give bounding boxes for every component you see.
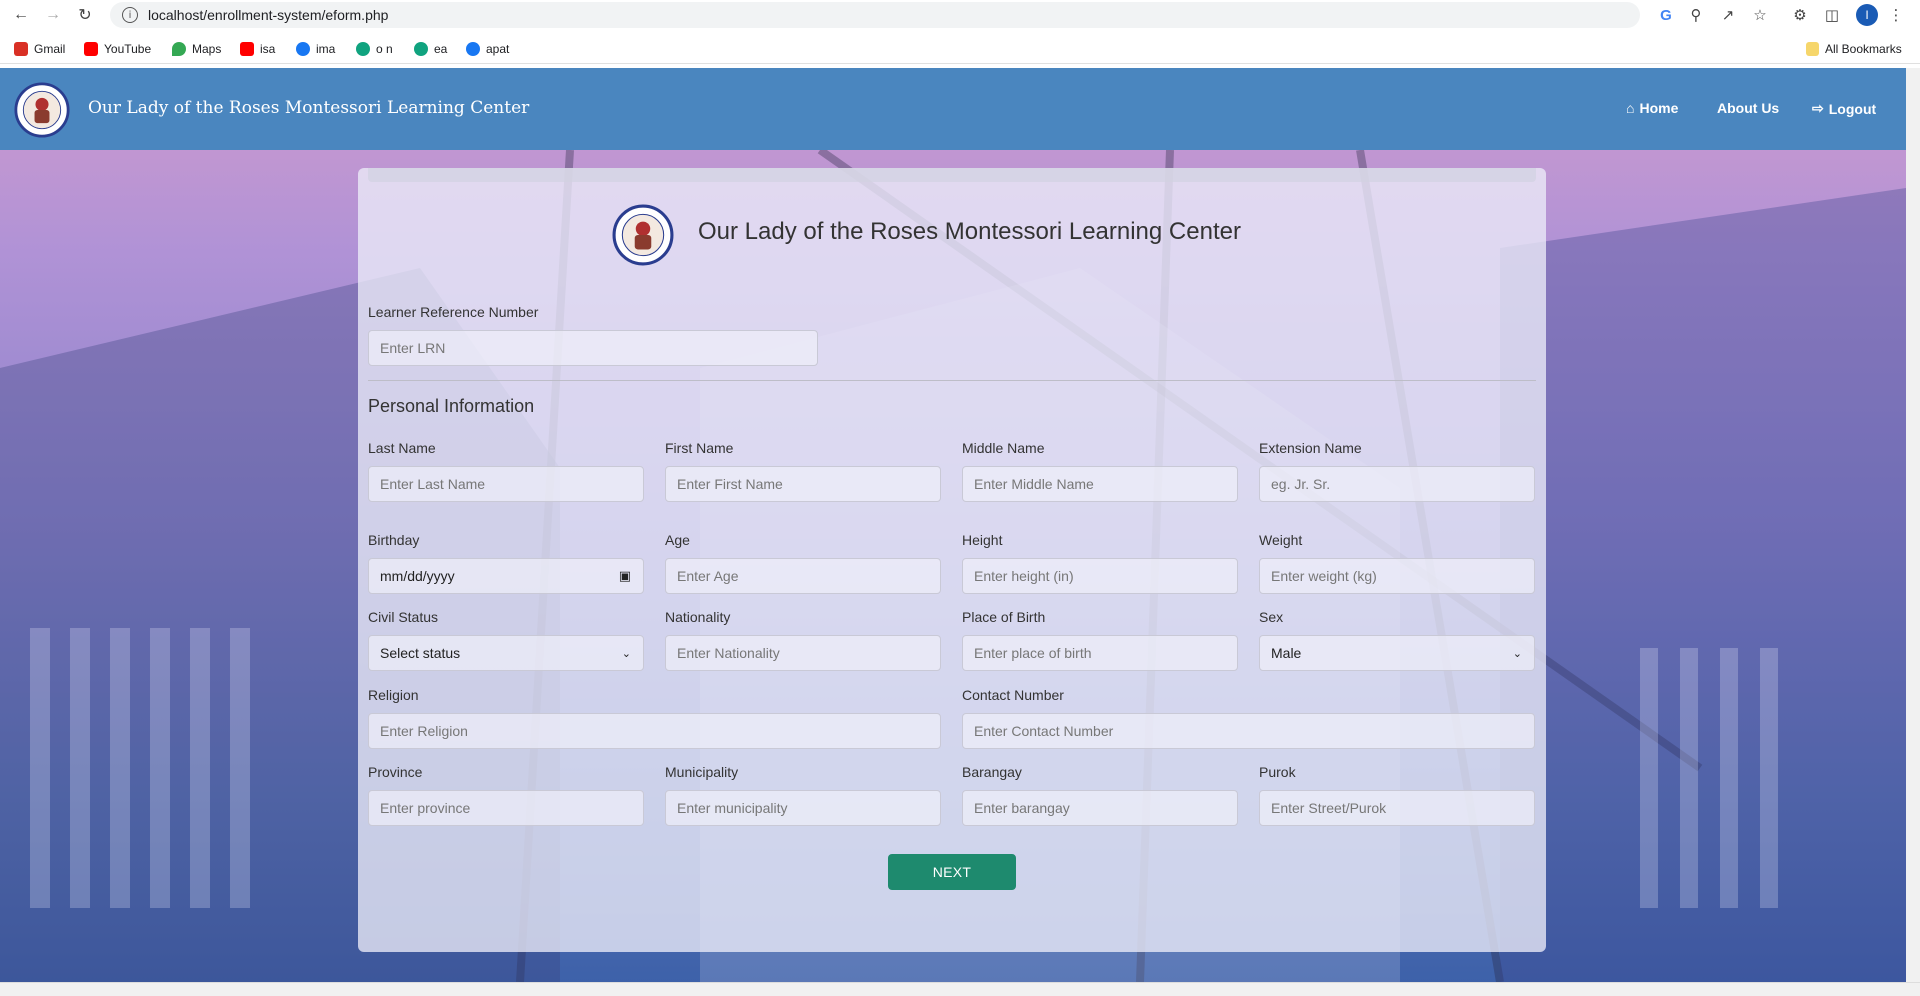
religion-label: Religion <box>368 687 419 703</box>
first-name-input[interactable] <box>665 466 941 502</box>
contact-number-input[interactable] <box>962 713 1535 749</box>
barangay-label: Barangay <box>962 764 1022 780</box>
bookmark-gmail[interactable]: Gmail <box>14 42 65 56</box>
youtube-icon <box>240 42 254 56</box>
google-lens-icon[interactable]: G <box>1656 5 1676 25</box>
province-label: Province <box>368 764 423 780</box>
sex-select[interactable]: Male ⌄ <box>1259 635 1535 671</box>
bookmarks-bar: Gmail YouTube Maps isa ima o n ea apat A… <box>0 36 1920 64</box>
chatgpt-icon <box>356 42 370 56</box>
civil-status-label: Civil Status <box>368 609 439 625</box>
religion-input[interactable] <box>368 713 941 749</box>
next-button[interactable]: NEXT <box>888 854 1016 890</box>
bookmark-on[interactable]: o n <box>356 42 393 56</box>
youtube-icon <box>84 42 98 56</box>
extension-name-input[interactable] <box>1259 466 1535 502</box>
extensions-icon[interactable]: ⚙ <box>1790 5 1810 25</box>
site-info-icon[interactable]: i <box>122 7 138 23</box>
purok-input[interactable] <box>1259 790 1535 826</box>
share-icon[interactable]: ↗ <box>1718 5 1738 25</box>
nav-about-us[interactable]: About Us <box>1717 100 1779 116</box>
bookmark-ea[interactable]: ea <box>414 42 447 56</box>
calendar-icon[interactable]: ▣ <box>619 569 631 584</box>
bookmark-maps[interactable]: Maps <box>172 42 221 56</box>
bookmark-apat[interactable]: apat <box>466 42 509 56</box>
municipality-input[interactable] <box>665 790 941 826</box>
maps-icon <box>172 42 186 56</box>
form-school-logo <box>612 204 674 266</box>
lrn-label: Learner Reference Number <box>368 304 539 320</box>
zoom-icon[interactable]: ⚲ <box>1686 5 1706 25</box>
birthday-input[interactable]: mm/dd/yyyy ▣ <box>368 558 644 594</box>
last-name-input[interactable] <box>368 466 644 502</box>
nav-logout[interactable]: ⇨ Logout <box>1812 100 1876 117</box>
civil-status-select[interactable]: Select status ⌄ <box>368 635 644 671</box>
nationality-label: Nationality <box>665 609 731 625</box>
horizontal-scrollbar[interactable] <box>0 982 1920 996</box>
menu-icon[interactable]: ⋮ <box>1886 5 1906 25</box>
middle-name-label: Middle Name <box>962 440 1045 456</box>
first-name-label: First Name <box>665 440 734 456</box>
chatgpt-icon <box>414 42 428 56</box>
divider <box>368 380 1536 381</box>
weight-input[interactable] <box>1259 558 1535 594</box>
forward-icon[interactable]: → <box>42 4 64 26</box>
place-of-birth-label: Place of Birth <box>962 609 1046 625</box>
site-navbar: Our Lady of the Roses Montessori Learnin… <box>0 68 1906 150</box>
page-content: Our Lady of the Roses Montessori Learnin… <box>0 68 1906 982</box>
sex-label: Sex <box>1259 609 1284 625</box>
site-brand[interactable]: Our Lady of the Roses Montessori Learnin… <box>88 98 529 118</box>
age-input[interactable] <box>665 558 941 594</box>
url-text: localhost/enrollment-system/eform.php <box>148 7 389 23</box>
contact-number-label: Contact Number <box>962 687 1064 703</box>
form-title: Our Lady of the Roses Montessori Learnin… <box>698 218 1241 245</box>
scroll-up-arrow[interactable] <box>1909 72 1917 92</box>
facebook-icon <box>466 42 480 56</box>
form-top-bar <box>368 168 1536 182</box>
profile-avatar[interactable]: I <box>1856 4 1878 26</box>
bookmark-star-icon[interactable]: ☆ <box>1750 5 1770 25</box>
chevron-down-icon: ⌄ <box>621 646 631 660</box>
purok-label: Purok <box>1259 764 1296 780</box>
gmail-icon <box>14 42 28 56</box>
province-input[interactable] <box>368 790 644 826</box>
facebook-icon <box>296 42 310 56</box>
age-label: Age <box>665 532 690 548</box>
weight-label: Weight <box>1259 532 1303 548</box>
vertical-scrollbar[interactable] <box>1906 68 1920 982</box>
section-title: Personal Information <box>368 396 535 416</box>
address-bar[interactable]: i localhost/enrollment-system/eform.php <box>110 2 1640 28</box>
place-of-birth-input[interactable] <box>962 635 1238 671</box>
bookmark-ima[interactable]: ima <box>296 42 335 56</box>
enrollment-form: Our Lady of the Roses Montessori Learnin… <box>358 168 1546 952</box>
logout-icon: ⇨ <box>1812 100 1824 116</box>
height-input[interactable] <box>962 558 1238 594</box>
browser-toolbar: ← → ↻ i localhost/enrollment-system/efor… <box>0 0 1920 30</box>
nav-home[interactable]: ⌂ Home <box>1626 100 1678 116</box>
school-logo <box>14 82 70 138</box>
last-name-label: Last Name <box>368 440 436 456</box>
nationality-input[interactable] <box>665 635 941 671</box>
municipality-label: Municipality <box>665 764 739 780</box>
barangay-input[interactable] <box>962 790 1238 826</box>
middle-name-input[interactable] <box>962 466 1238 502</box>
birthday-label: Birthday <box>368 532 420 548</box>
home-icon: ⌂ <box>1626 100 1635 116</box>
chevron-down-icon: ⌄ <box>1512 646 1522 660</box>
bookmark-youtube[interactable]: YouTube <box>84 42 151 56</box>
folder-icon <box>1806 42 1819 56</box>
bookmark-isa[interactable]: isa <box>240 42 275 56</box>
back-icon[interactable]: ← <box>10 4 32 26</box>
lrn-input[interactable] <box>368 330 818 366</box>
height-label: Height <box>962 532 1003 548</box>
all-bookmarks[interactable]: All Bookmarks <box>1806 42 1902 56</box>
side-panel-icon[interactable]: ◫ <box>1822 5 1842 25</box>
extension-name-label: Extension Name <box>1259 440 1362 456</box>
reload-icon[interactable]: ↻ <box>74 4 96 26</box>
